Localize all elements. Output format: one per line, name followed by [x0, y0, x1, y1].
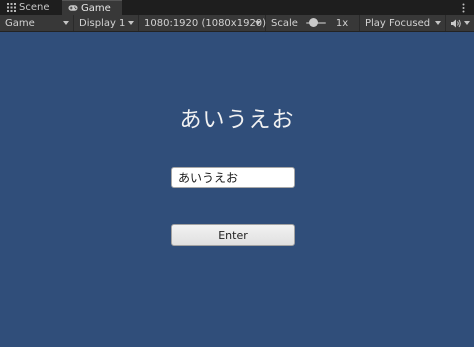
chevron-down-icon [255, 21, 261, 25]
tab-game-label: Game [81, 2, 111, 14]
scale-slider[interactable] [305, 18, 326, 28]
page-title: あいうえお [179, 108, 295, 133]
tab-scene[interactable]: Scene [0, 0, 62, 15]
chevron-down-icon [464, 21, 470, 25]
speaker-icon [451, 19, 462, 28]
text-input-value: あいうえお [178, 171, 239, 185]
play-mode-label: Play Focused [365, 17, 431, 29]
text-input-field[interactable]: あいうえお [171, 167, 295, 188]
tab-game[interactable]: Game [62, 0, 122, 15]
grid-icon [6, 3, 16, 13]
display-label: Display 1 [79, 17, 126, 29]
chevron-down-icon [63, 21, 69, 25]
more-options-icon[interactable] [458, 3, 468, 13]
enter-button-label: Enter [218, 228, 248, 242]
enter-button[interactable]: Enter [171, 224, 295, 246]
audio-toggle[interactable] [446, 15, 474, 31]
unity-game-window: Scene Game Game Display 1 1080:1920 (108… [0, 0, 474, 347]
view-mode-dropdown[interactable]: Game [0, 15, 74, 31]
game-view-canvas: あいうえお あいうえお Enter [0, 32, 474, 347]
chevron-down-icon [435, 21, 441, 25]
resolution-label: 1080:1920 (1080x1920) [144, 17, 267, 29]
play-mode-dropdown[interactable]: Play Focused [360, 15, 446, 31]
tabbar-right [458, 0, 474, 15]
scale-control: Scale 1x [266, 15, 360, 31]
game-view-toolbar: Game Display 1 1080:1920 (1080x1920) Sca… [0, 15, 474, 32]
chevron-down-icon [128, 21, 134, 25]
editor-tab-bar: Scene Game [0, 0, 474, 15]
scale-slider-thumb[interactable] [308, 18, 318, 27]
scale-label: Scale [271, 17, 298, 29]
gamepad-icon [68, 3, 78, 13]
display-dropdown[interactable]: Display 1 [74, 15, 139, 31]
tab-scene-label: Scene [19, 2, 50, 13]
view-mode-label: Game [5, 17, 35, 29]
resolution-dropdown[interactable]: 1080:1920 (1080x1920) [139, 15, 266, 31]
scale-value: 1x [335, 17, 349, 29]
